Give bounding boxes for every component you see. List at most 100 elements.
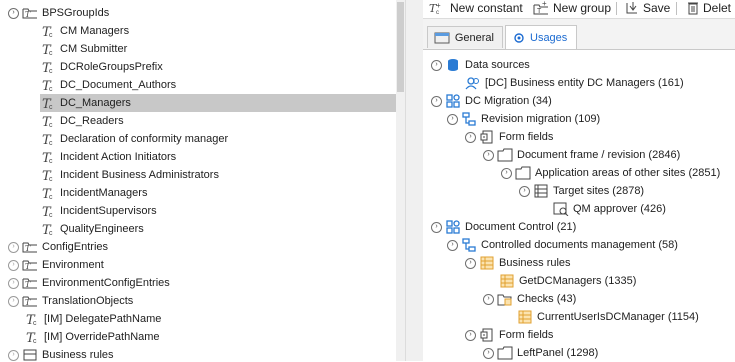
tree-node-business-rules-partial[interactable]: › Business rules [8,346,114,361]
usage-dc-migration[interactable]: › DC Migration (34) [431,92,552,110]
expand-icon[interactable]: › [8,295,19,307]
svg-text:c: c [33,320,37,326]
business-rule-icon [517,310,533,324]
tree-item-dcrolegroupsprefix[interactable]: Tc DCRoleGroupsPrefix [40,58,163,76]
usage-business-rules[interactable]: › Business rules [465,254,571,272]
usage-target-sites[interactable]: › Target sites (2878) [519,182,644,200]
usage-business-entity[interactable]: [DC] Business entity DC Managers (161) [465,74,684,92]
expand-icon[interactable]: › [8,241,19,253]
tab-usages[interactable]: Usages [505,25,577,49]
usage-revision-migration[interactable]: › Revision migration (109) [447,110,600,128]
tree-item-label: Declaration of conformity manager [60,133,229,145]
tree-vertical-scrollbar[interactable] [396,0,405,361]
tree-item-im-delegatepathname[interactable]: Tc [IM] DelegatePathName [24,310,161,328]
tree-node-bpsgroupids[interactable]: › T BPSGroupIds [8,4,109,22]
usage-get-dc-managers[interactable]: GetDCManagers (1335) [499,272,636,290]
toolbar-separator [616,2,617,15]
tree-item-dc-document-authors[interactable]: Tc DC_Document_Authors [40,76,176,94]
tree-item-label: QualityEngineers [60,223,144,235]
grid-icon [533,184,549,198]
svg-text:c: c [49,158,53,164]
folder-check-icon [497,292,513,306]
tree-item-incident-action-initiators[interactable]: Tc Incident Action Initiators [40,148,176,166]
tree-item-cm-managers[interactable]: Tc CM Managers [40,22,129,40]
details-panel: T + c New constant T + New group Save Delet… [423,0,735,361]
collapse-icon[interactable]: › [431,59,442,71]
tree-node-configentries[interactable]: › T ConfigEntries [8,238,108,256]
collapse-icon[interactable]: › [519,185,530,197]
app-modules-icon [445,220,461,234]
tab-general[interactable]: General [427,26,503,48]
tree-node-environmentconfigentries[interactable]: › T EnvironmentConfigEntries [8,274,170,292]
tree-item-quality-engineers[interactable]: Tc QualityEngineers [40,220,144,238]
expand-icon[interactable]: › [8,277,19,289]
svg-text:c: c [33,338,37,344]
collapse-icon[interactable]: › [431,221,442,233]
usage-left-panel[interactable]: › LeftPanel (1298) [483,344,598,362]
tab-usages-label: Usages [530,31,568,44]
delete-button[interactable]: Delet [686,0,731,16]
usages-tree: › Data sources [DC] Business entity DC M… [423,50,735,361]
delete-label: Delet [703,1,732,15]
tree-item-im-overridepathname[interactable]: Tc [IM] OverridePathName [24,328,160,346]
new-group-button[interactable]: T + New group [532,0,611,16]
frame-icon [497,148,513,162]
svg-text:c: c [49,176,53,182]
svg-text:c: c [49,212,53,218]
svg-text:c: c [49,68,53,74]
collapse-icon[interactable]: › [447,239,458,251]
frame-icon [497,346,513,360]
collapse-icon[interactable]: › [483,347,494,359]
collapse-icon[interactable]: › [483,149,494,161]
usage-document-frame[interactable]: › Document frame / revision (2846) [483,146,680,164]
users-icon [465,76,481,90]
usage-data-sources[interactable]: › Data sources [431,56,530,74]
scrollbar-thumb[interactable] [397,2,404,92]
usage-form-fields-1[interactable]: › Form fields [465,128,553,146]
tree-item-incident-managers[interactable]: Tc IncidentManagers [40,184,147,202]
save-button[interactable]: Save [624,0,670,16]
new-constant-button[interactable]: T + c New constant [429,0,523,16]
usage-checks[interactable]: › Checks (43) [483,290,576,308]
svg-text:c: c [49,194,53,200]
svg-text:T: T [25,244,31,253]
collapse-icon[interactable]: › [8,7,19,19]
usage-form-fields-2[interactable]: › Form fields [465,326,553,344]
tree-item-incident-business-admins[interactable]: Tc Incident Business Administrators [40,166,219,184]
tree-item-dc-managers-selected[interactable]: Tc DC_Managers [40,94,396,112]
expand-icon[interactable]: › [8,349,19,361]
usage-document-control[interactable]: › Document Control (21) [431,218,576,236]
collapse-icon[interactable]: › [465,131,476,143]
tree-node-translationobjects[interactable]: › T TranslationObjects [8,292,133,310]
folder-constant-icon: T [22,6,38,20]
tree-item-dc-readers[interactable]: Tc DC_Readers [40,112,124,130]
tree-node-label: Business rules [42,349,114,361]
expand-icon[interactable]: › [8,259,19,271]
usage-controlled-documents[interactable]: › Controlled documents management (58) [447,236,678,254]
save-icon [626,2,637,14]
tree-node-environment[interactable]: › T Environment [8,256,104,274]
tree-item-incident-supervisors[interactable]: Tc IncidentSupervisors [40,202,157,220]
constant-icon: Tc [40,132,56,146]
tree-item-cm-submitter[interactable]: Tc CM Submitter [40,40,127,58]
collapse-icon[interactable]: › [465,257,476,269]
business-rules-icon [479,256,495,270]
collapse-icon[interactable]: › [501,167,512,179]
process-icon [461,112,477,126]
collapse-icon[interactable]: › [447,113,458,125]
constant-icon: Tc [40,150,56,164]
collapse-icon[interactable]: › [483,293,494,305]
gear-link-icon [514,32,524,43]
collapse-icon[interactable]: › [431,95,442,107]
svg-text:c: c [49,86,53,92]
business-rule-icon [499,274,515,288]
collapse-icon[interactable]: › [465,329,476,341]
tree-item-declaration[interactable]: Tc Declaration of conformity manager [40,130,228,148]
usage-label: Checks (43) [517,293,577,305]
usage-current-user-is-dc-manager[interactable]: CurrentUserIsDCManager (1154) [517,308,699,326]
constant-icon: Tc [40,222,56,236]
toolbar-separator [676,2,677,15]
usage-qm-approver[interactable]: QM approver (426) [553,200,666,218]
panel-splitter[interactable] [405,0,424,361]
usage-application-areas[interactable]: › Application areas of other sites (2851… [501,164,720,182]
